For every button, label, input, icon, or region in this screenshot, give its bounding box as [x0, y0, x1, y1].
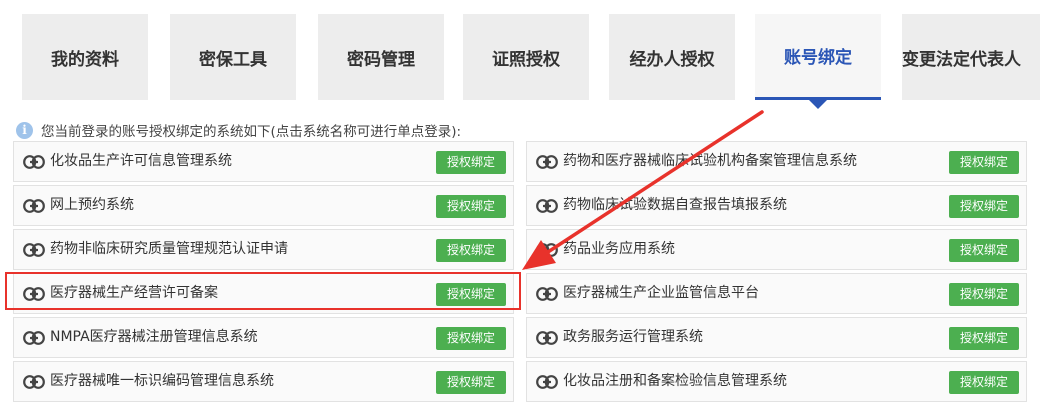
link-icon — [536, 243, 558, 257]
system-name-link[interactable]: 化妆品注册和备案检验信息管理系统 — [563, 362, 787, 401]
system-item: 化妆品生产许可信息管理系统 授权绑定 — [13, 141, 514, 182]
info-icon: i — [16, 121, 33, 139]
authorize-bind-button[interactable]: 授权绑定 — [949, 151, 1019, 174]
account-binding-page: 我的资料 密保工具 密码管理 证照授权 经办人授权 账号绑定 变更法定代表人 i… — [0, 0, 1040, 412]
system-name-link[interactable]: 网上预约系统 — [50, 186, 134, 225]
system-item: 药物非临床研究质量管理规范认证申请 授权绑定 — [13, 229, 514, 270]
link-icon — [23, 375, 45, 389]
authorize-bind-button[interactable]: 授权绑定 — [949, 239, 1019, 262]
active-tab-caret-icon — [808, 99, 828, 109]
system-name-link[interactable]: 药物和医疗器械临床试验机构备案管理信息系统 — [563, 142, 857, 181]
system-item: NMPA医疗器械注册管理信息系统 授权绑定 — [13, 317, 514, 358]
system-item: 化妆品注册和备案检验信息管理系统 授权绑定 — [526, 361, 1027, 402]
system-name-link[interactable]: 政务服务运行管理系统 — [563, 318, 703, 357]
authorize-bind-button[interactable]: 授权绑定 — [949, 283, 1019, 306]
system-name-link[interactable]: 医疗器械唯一标识编码管理信息系统 — [50, 362, 274, 401]
system-item: 医疗器械唯一标识编码管理信息系统 授权绑定 — [13, 361, 514, 402]
link-icon — [536, 199, 558, 213]
link-icon — [536, 155, 558, 169]
tab-bar: 我的资料 密保工具 密码管理 证照授权 经办人授权 账号绑定 变更法定代表人 — [0, 14, 1040, 109]
link-icon — [23, 287, 45, 301]
authorize-bind-button[interactable]: 授权绑定 — [436, 371, 506, 394]
link-icon — [536, 287, 558, 301]
link-icon — [536, 331, 558, 345]
system-item: 药物临床试验数据自查报告填报系统 授权绑定 — [526, 185, 1027, 226]
tab-my-profile[interactable]: 我的资料 — [22, 14, 148, 100]
system-item: 医疗器械生产企业监管信息平台 授权绑定 — [526, 273, 1027, 314]
link-icon — [23, 331, 45, 345]
system-name-link[interactable]: 医疗器械生产企业监管信息平台 — [563, 274, 759, 313]
system-item: 网上预约系统 授权绑定 — [13, 185, 514, 226]
tab-account-binding[interactable]: 账号绑定 — [755, 14, 881, 109]
tab-security-tools[interactable]: 密保工具 — [170, 14, 296, 100]
link-icon — [23, 199, 45, 213]
tab-agent-authorization[interactable]: 经办人授权 — [609, 14, 735, 100]
tab-password-management[interactable]: 密码管理 — [318, 14, 444, 100]
binding-notice: i 您当前登录的账号授权绑定的系统如下(点击系统名称可进行单点登录): — [16, 121, 462, 140]
system-item: 医疗器械生产经营许可备案 授权绑定 — [13, 273, 514, 314]
link-icon — [23, 243, 45, 257]
authorize-bind-button[interactable]: 授权绑定 — [436, 239, 506, 262]
tab-change-legal-representative[interactable]: 变更法定代表人 — [902, 14, 1040, 100]
system-name-link[interactable]: 药物非临床研究质量管理规范认证申请 — [50, 230, 288, 269]
authorize-bind-button[interactable]: 授权绑定 — [949, 195, 1019, 218]
system-item: 药品业务应用系统 授权绑定 — [526, 229, 1027, 270]
authorize-bind-button[interactable]: 授权绑定 — [436, 195, 506, 218]
system-name-link[interactable]: NMPA医疗器械注册管理信息系统 — [50, 318, 258, 357]
authorize-bind-button[interactable]: 授权绑定 — [949, 327, 1019, 350]
binding-notice-text: 您当前登录的账号授权绑定的系统如下(点击系统名称可进行单点登录): — [41, 124, 462, 140]
system-name-link[interactable]: 化妆品生产许可信息管理系统 — [50, 142, 232, 181]
link-icon — [23, 155, 45, 169]
authorize-bind-button[interactable]: 授权绑定 — [436, 151, 506, 174]
system-item: 政务服务运行管理系统 授权绑定 — [526, 317, 1027, 358]
authorize-bind-button[interactable]: 授权绑定 — [436, 283, 506, 306]
authorize-bind-button[interactable]: 授权绑定 — [436, 327, 506, 350]
tab-account-binding-label: 账号绑定 — [784, 48, 852, 68]
system-name-link[interactable]: 药物临床试验数据自查报告填报系统 — [563, 186, 787, 225]
system-item: 药物和医疗器械临床试验机构备案管理信息系统 授权绑定 — [526, 141, 1027, 182]
system-name-link[interactable]: 医疗器械生产经营许可备案 — [50, 274, 218, 313]
link-icon — [536, 375, 558, 389]
authorize-bind-button[interactable]: 授权绑定 — [949, 371, 1019, 394]
system-name-link[interactable]: 药品业务应用系统 — [563, 230, 675, 269]
tab-license-authorization[interactable]: 证照授权 — [463, 14, 589, 100]
